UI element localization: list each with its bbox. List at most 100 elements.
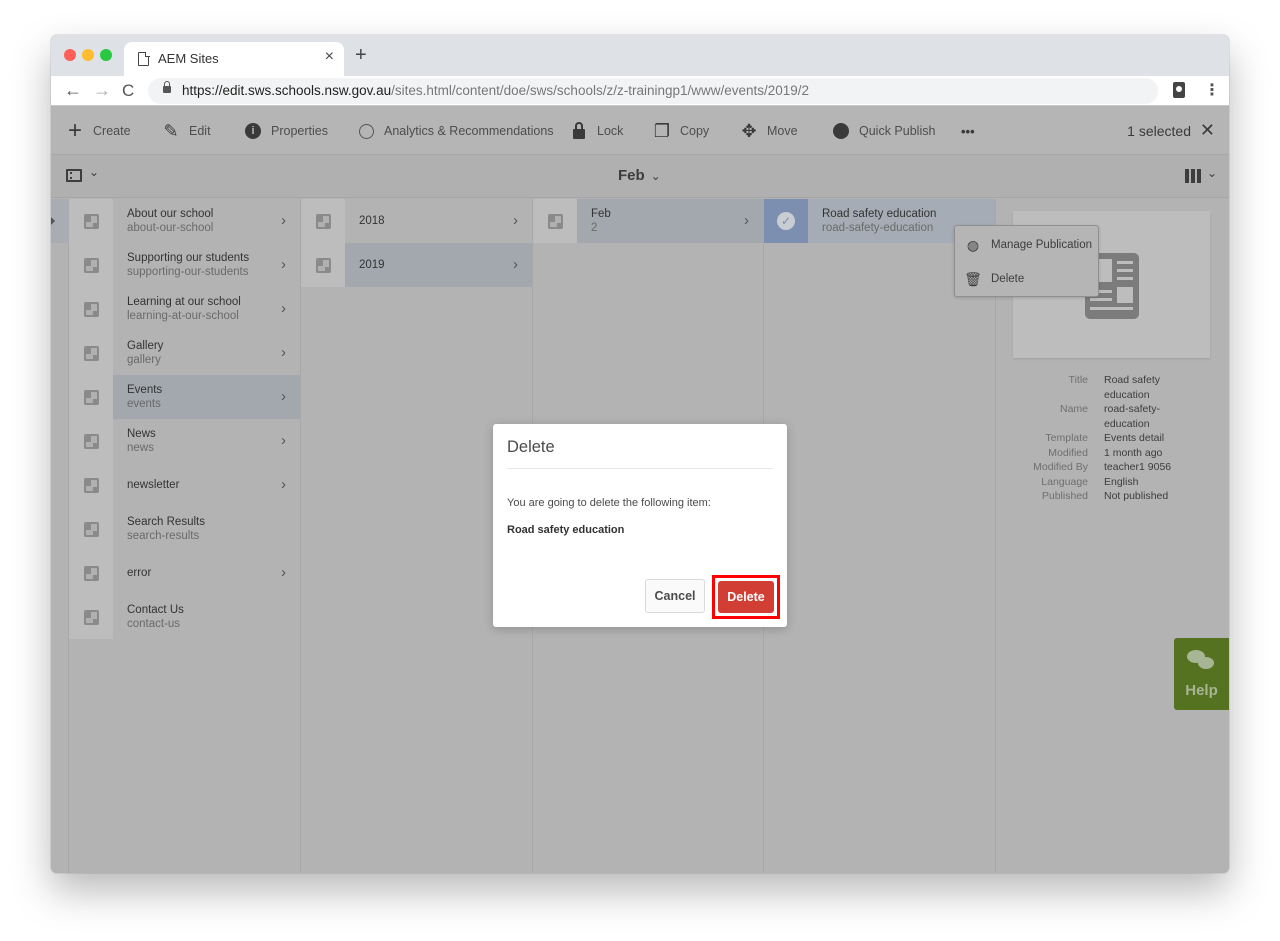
meta-row: Modified By teacher1 9056 bbox=[996, 460, 1229, 475]
chevron-right-icon[interactable]: › bbox=[281, 432, 286, 449]
chevron-right-icon[interactable]: › bbox=[513, 256, 518, 273]
row-name: gallery bbox=[127, 354, 161, 366]
browser-menu-button[interactable]: ⋮ bbox=[1204, 80, 1220, 100]
column-row[interactable]: Events events › bbox=[69, 375, 300, 419]
page-thumbnail[interactable] bbox=[69, 595, 113, 639]
cancel-button[interactable]: Cancel bbox=[645, 579, 705, 613]
help-button[interactable]: Help bbox=[1174, 638, 1229, 710]
reload-button[interactable]: C bbox=[122, 81, 134, 101]
meta-row: Published Not published bbox=[996, 489, 1229, 504]
meta-key: Modified bbox=[1048, 446, 1088, 459]
column-row[interactable]: Supporting our students supporting-our-st… bbox=[69, 243, 300, 287]
column-row[interactable]: Contact Us contact-us bbox=[69, 595, 300, 639]
address-bar: ← → C https://edit.sws.schools.nsw.gov.a… bbox=[51, 76, 1229, 106]
column-row[interactable]: error › bbox=[69, 551, 300, 595]
meta-key: Modified By bbox=[1033, 461, 1088, 473]
info-icon: i bbox=[243, 121, 263, 141]
row-text: Search Results search-results bbox=[113, 507, 300, 551]
column-row[interactable]: Search Results search-results bbox=[69, 507, 300, 551]
chevron-right-icon[interactable]: › bbox=[281, 476, 286, 493]
minimize-window-button[interactable] bbox=[82, 49, 94, 61]
page-thumbnail[interactable] bbox=[69, 419, 113, 463]
column-row[interactable]: newsletter › bbox=[69, 463, 300, 507]
extension-icon[interactable] bbox=[1173, 82, 1185, 98]
edit-button[interactable]: ✎ Edit bbox=[161, 107, 210, 155]
action-bar: + Create ✎ Edit i Properties Analytics &… bbox=[51, 107, 1229, 155]
row-title: Gallery bbox=[127, 340, 164, 352]
analytics-button[interactable]: Analytics & Recommendations bbox=[356, 107, 554, 155]
lock-icon bbox=[569, 121, 589, 141]
chevron-down-icon[interactable]: ⌄ bbox=[1207, 166, 1217, 180]
chevron-right-icon[interactable]: › bbox=[281, 256, 286, 273]
page-icon bbox=[83, 521, 99, 537]
column-row[interactable]: Learning at our school learning-at-our-sc… bbox=[69, 287, 300, 331]
column-row[interactable]: 2018 › bbox=[301, 199, 532, 243]
tab-close-icon[interactable]: × bbox=[325, 48, 334, 66]
collapsed-column-indicator[interactable] bbox=[51, 199, 69, 243]
page-thumbnail[interactable] bbox=[69, 331, 113, 375]
chevron-right-icon[interactable]: › bbox=[281, 212, 286, 229]
chevron-right-icon[interactable]: › bbox=[513, 212, 518, 229]
column-row[interactable]: News news › bbox=[69, 419, 300, 463]
breadcrumb[interactable]: Feb ⌄ bbox=[618, 167, 661, 184]
column-row[interactable]: Gallery gallery › bbox=[69, 331, 300, 375]
meta-key: Name bbox=[1059, 403, 1088, 415]
tab-strip: AEM Sites × + bbox=[51, 35, 1229, 76]
chevron-right-icon[interactable]: › bbox=[281, 300, 286, 317]
rail-toggle-icon[interactable] bbox=[66, 169, 82, 182]
confirm-delete-button[interactable]: Delete bbox=[718, 581, 774, 613]
lock-button[interactable]: Lock bbox=[569, 107, 623, 155]
meta-key: Published bbox=[1041, 490, 1088, 502]
page-thumbnail[interactable] bbox=[69, 551, 113, 595]
page-thumbnail[interactable] bbox=[69, 463, 113, 507]
delete-menu-item[interactable]: 🗑 Delete bbox=[955, 262, 1098, 296]
page-thumbnail[interactable] bbox=[69, 243, 113, 287]
page-thumbnail[interactable] bbox=[69, 507, 113, 551]
new-tab-button[interactable]: + bbox=[355, 44, 367, 67]
page-thumbnail[interactable] bbox=[301, 199, 345, 243]
secure-lock-icon bbox=[163, 81, 171, 93]
chat-bubble-secondary bbox=[1198, 657, 1214, 669]
page-icon bbox=[315, 257, 331, 273]
selection-checkbox[interactable]: ✓ bbox=[764, 199, 808, 243]
forward-button[interactable]: → bbox=[93, 80, 111, 101]
page-thumbnail[interactable] bbox=[533, 199, 577, 243]
page-thumbnail[interactable] bbox=[69, 375, 113, 419]
properties-button[interactable]: i Properties bbox=[243, 107, 328, 155]
maximize-window-button[interactable] bbox=[100, 49, 112, 61]
row-text: newsletter bbox=[113, 463, 300, 507]
chevron-right-icon[interactable]: › bbox=[281, 564, 286, 581]
chevron-right-icon[interactable]: › bbox=[744, 212, 749, 229]
chevron-right-icon[interactable]: › bbox=[281, 344, 286, 361]
copy-button[interactable]: ❐ Copy bbox=[652, 107, 709, 155]
page-thumbnail[interactable] bbox=[69, 199, 113, 243]
meta-value: Events detail bbox=[1104, 432, 1165, 444]
page-thumbnail[interactable] bbox=[301, 243, 345, 287]
column-row[interactable]: About our school about-our-school › bbox=[69, 199, 300, 243]
page-thumbnail[interactable] bbox=[69, 287, 113, 331]
page-icon bbox=[83, 213, 99, 229]
row-title: error bbox=[127, 567, 152, 579]
column-row[interactable]: Feb 2 › bbox=[533, 199, 763, 243]
meta-value: road-safety-education bbox=[1104, 403, 1161, 430]
breadcrumb-label: Feb bbox=[618, 167, 645, 184]
url-input[interactable]: https://edit.sws.schools.nsw.gov.au/site… bbox=[148, 78, 1158, 104]
move-button[interactable]: ✥ Move bbox=[739, 107, 797, 155]
chevron-down-icon[interactable]: ⌄ bbox=[89, 165, 99, 179]
globe-icon bbox=[831, 121, 851, 141]
more-actions-button[interactable]: ••• bbox=[961, 107, 975, 155]
row-text: Feb 2 bbox=[577, 199, 763, 243]
row-title: Road safety education bbox=[822, 208, 937, 220]
column-row[interactable]: 2019 › bbox=[301, 243, 532, 287]
create-button[interactable]: + Create bbox=[65, 107, 131, 155]
chevron-right-icon[interactable]: › bbox=[281, 388, 286, 405]
clear-selection-icon[interactable]: ✕ bbox=[1200, 120, 1215, 141]
collapsed-column[interactable] bbox=[51, 199, 69, 873]
back-button[interactable]: ← bbox=[64, 80, 82, 101]
close-window-button[interactable] bbox=[64, 49, 76, 61]
column-view-icon[interactable] bbox=[1185, 169, 1201, 183]
row-text: Learning at our school learning-at-our-sc… bbox=[113, 287, 300, 331]
browser-tab[interactable]: AEM Sites × bbox=[124, 42, 344, 76]
quick-publish-button[interactable]: Quick Publish bbox=[831, 107, 935, 155]
manage-publication-menu-item[interactable]: ◍ Manage Publication bbox=[955, 228, 1098, 262]
